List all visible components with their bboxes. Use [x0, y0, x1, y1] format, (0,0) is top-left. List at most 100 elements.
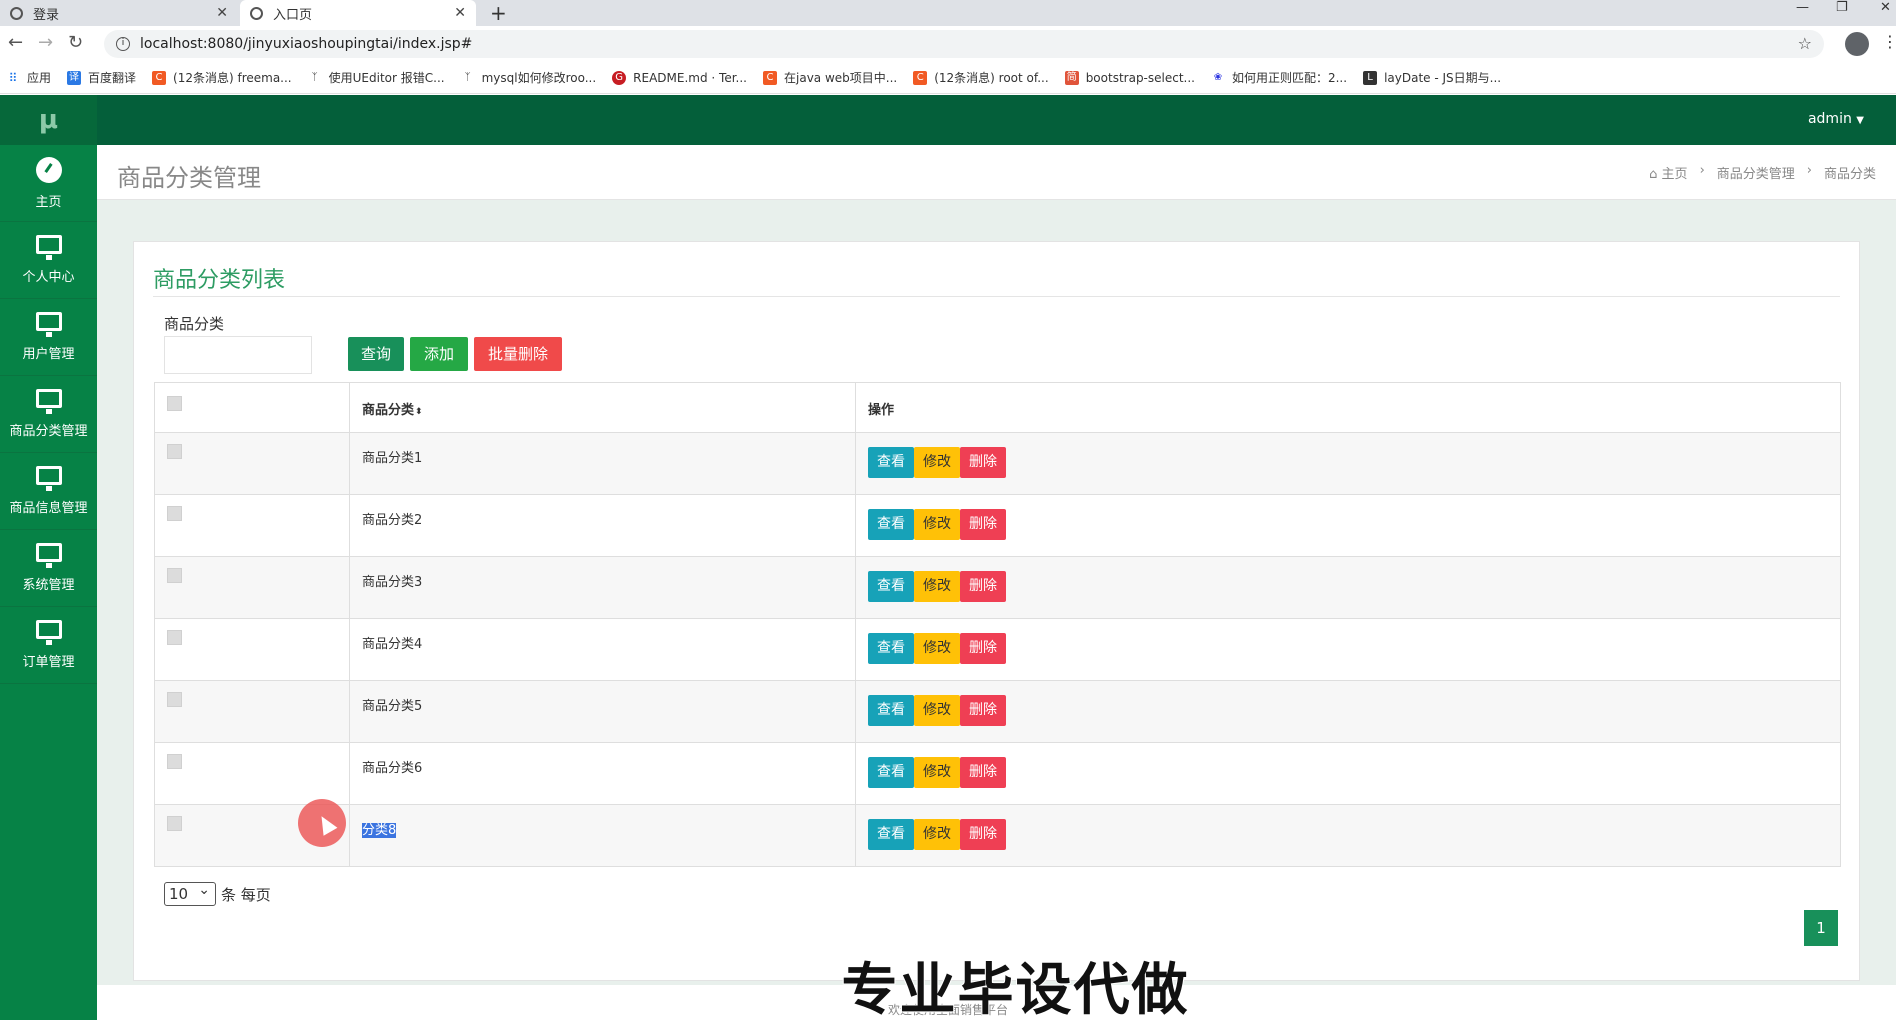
query-button[interactable]: 查询 — [348, 337, 404, 371]
table-header-row: 商品分类⬍ 操作 — [154, 382, 1841, 433]
delete-button[interactable]: 删除 — [960, 695, 1006, 726]
bookmark[interactable]: 简 bootstrap-select... — [1064, 70, 1195, 85]
browser-tab-strip: 登录 ✕ 入口页 ✕ + — ❐ ✕ — [0, 0, 1896, 26]
category-name: 商品分类2 — [362, 513, 423, 528]
caret-down-icon: ▼ — [1856, 115, 1864, 126]
sidebar-item-products[interactable]: 商品信息管理 — [0, 453, 97, 530]
bookmark[interactable]: ❀ 如何用正则匹配：2... — [1210, 69, 1347, 86]
page-size-label: 条 每页 — [221, 885, 271, 904]
profile-avatar[interactable] — [1845, 32, 1869, 56]
bookmark-label: layDate - JS日期与... — [1384, 71, 1502, 85]
bookmark[interactable]: L layDate - JS日期与... — [1363, 69, 1501, 86]
back-icon[interactable]: ← — [8, 32, 23, 53]
edit-button[interactable]: 修改 — [914, 447, 960, 478]
menu-icon[interactable]: ⋮ — [1882, 32, 1896, 51]
breadcrumb: ⌂ 主页 › 商品分类管理 › 商品分类 — [1649, 163, 1876, 182]
bookmark[interactable]: ᛉ 使用UEditor 报错C... — [307, 69, 445, 86]
delete-button[interactable]: 删除 — [960, 633, 1006, 664]
page-size-select[interactable]: 10 — [164, 879, 216, 906]
bookmark[interactable]: C (12条消息) freema... — [152, 69, 292, 86]
sidebar-item-label: 主页 — [35, 194, 62, 210]
bookmark-label: README.md · Ter... — [633, 70, 747, 85]
view-button[interactable]: 查看 — [868, 819, 914, 850]
delete-button[interactable]: 删除 — [960, 509, 1006, 540]
row-checkbox[interactable] — [167, 444, 182, 459]
url-text: localhost:8080/jinyuxiaoshoupingtai/inde… — [140, 36, 473, 52]
column-header-actions: 操作 — [855, 382, 1841, 433]
reload-icon[interactable]: ↻ — [68, 32, 83, 53]
laydate-icon: L — [1363, 70, 1378, 85]
table-row: 商品分类6 查看 修改 删除 — [154, 742, 1841, 805]
forward-icon[interactable]: → — [38, 32, 53, 53]
add-button[interactable]: 添加 — [410, 337, 468, 371]
view-button[interactable]: 查看 — [868, 571, 914, 602]
edit-button[interactable]: 修改 — [914, 509, 960, 540]
url-field[interactable]: i localhost:8080/jinyuxiaoshoupingtai/in… — [104, 30, 1824, 58]
sidebar-item-system[interactable]: 系统管理 — [0, 530, 97, 607]
breadcrumb-item[interactable]: 商品分类管理 — [1717, 163, 1795, 182]
restore-icon[interactable]: ❐ — [1836, 0, 1848, 18]
edit-button[interactable]: 修改 — [914, 633, 960, 664]
monitor-icon — [35, 389, 62, 414]
row-checkbox[interactable] — [167, 816, 182, 831]
dashboard-icon — [35, 156, 62, 183]
star-icon[interactable]: ☆ — [1798, 34, 1812, 53]
view-button[interactable]: 查看 — [868, 757, 914, 788]
bookmark[interactable]: C (12条消息) root of... — [913, 69, 1049, 86]
delete-button[interactable]: 删除 — [960, 819, 1006, 850]
sidebar-item-label: 系统管理 — [22, 578, 75, 593]
info-icon[interactable]: i — [116, 37, 130, 51]
sidebar-item-home[interactable]: 主页 — [0, 145, 97, 222]
view-button[interactable]: 查看 — [868, 695, 914, 726]
tab-title: 入口页 — [273, 7, 313, 23]
monitor-icon — [35, 543, 62, 568]
edit-button[interactable]: 修改 — [914, 571, 960, 602]
row-checkbox[interactable] — [167, 630, 182, 645]
delete-button[interactable]: 删除 — [960, 571, 1006, 602]
csdn-icon: C — [913, 70, 928, 85]
edit-button[interactable]: 修改 — [914, 819, 960, 850]
csdn-icon: C — [763, 70, 777, 85]
column-header-category[interactable]: 商品分类⬍ — [349, 382, 856, 433]
delete-button[interactable]: 删除 — [960, 757, 1006, 788]
sidebar-item-profile[interactable]: 个人中心 — [0, 222, 97, 299]
bookmark[interactable]: 译 百度翻译 — [67, 69, 136, 86]
minimize-icon[interactable]: — — [1796, 0, 1809, 18]
bookmark[interactable]: C 在java web项目中... — [763, 69, 897, 86]
new-tab-icon[interactable]: + — [490, 0, 507, 26]
watermark-caption: 专业毕设代做 — [841, 957, 1190, 1024]
site-icon: ᛉ — [460, 70, 475, 85]
select-all-checkbox[interactable] — [167, 396, 182, 411]
view-button[interactable]: 查看 — [868, 633, 914, 664]
row-checkbox[interactable] — [167, 754, 182, 769]
window-close-icon[interactable]: ✕ — [1880, 0, 1891, 18]
delete-button[interactable]: 删除 — [960, 447, 1006, 478]
sort-icon[interactable]: ⬍ — [415, 407, 423, 417]
sidebar-item-category[interactable]: 商品分类管理 — [0, 376, 97, 453]
bookmark[interactable]: G README.md · Ter... — [612, 70, 747, 85]
row-checkbox[interactable] — [167, 506, 182, 521]
sidebar-item-users[interactable]: 用户管理 — [0, 299, 97, 376]
view-button[interactable]: 查看 — [868, 509, 914, 540]
browser-tab-active[interactable]: 入口页 ✕ — [240, 0, 476, 26]
view-button[interactable]: 查看 — [868, 447, 914, 478]
bookmark[interactable]: ᛉ mysql如何修改roo... — [460, 69, 596, 86]
row-checkbox[interactable] — [167, 568, 182, 583]
edit-button[interactable]: 修改 — [914, 695, 960, 726]
breadcrumb-home[interactable]: ⌂ 主页 — [1649, 163, 1687, 182]
page-button-current[interactable]: 1 — [1804, 910, 1838, 946]
table-row: 分类8 查看 修改 删除 — [154, 804, 1841, 867]
close-icon[interactable]: ✕ — [216, 5, 228, 21]
app-logo[interactable]: μ — [0, 95, 97, 145]
user-menu[interactable]: admin ▼ — [1808, 111, 1864, 127]
bookmark-apps[interactable]: ⠿ 应用 — [6, 69, 51, 86]
monitor-icon — [35, 466, 62, 491]
browser-tab[interactable]: 登录 ✕ — [0, 0, 238, 26]
monitor-icon — [35, 235, 62, 260]
category-search-input[interactable] — [164, 336, 312, 374]
edit-button[interactable]: 修改 — [914, 757, 960, 788]
bulk-delete-button[interactable]: 批量删除 — [474, 337, 562, 371]
close-icon[interactable]: ✕ — [454, 5, 466, 21]
sidebar-item-orders[interactable]: 订单管理 — [0, 607, 97, 684]
row-checkbox[interactable] — [167, 692, 182, 707]
